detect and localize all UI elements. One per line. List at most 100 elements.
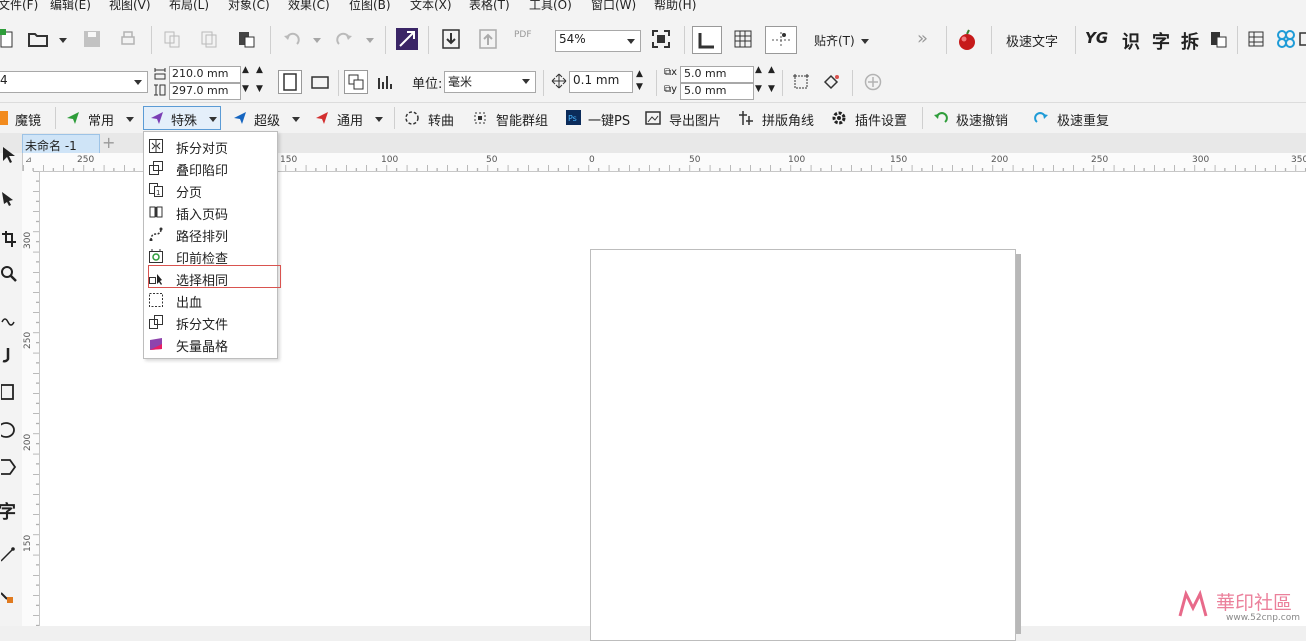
nudge-spinner-up-icon[interactable]: ▲ (636, 69, 643, 79)
general-menu-button[interactable]: 通用 (337, 110, 363, 129)
magic-mirror-button[interactable]: 魔镜 (15, 110, 41, 129)
snap-to-button[interactable]: 贴齐(T) (814, 32, 855, 49)
clipboard-icon[interactable] (1207, 28, 1229, 50)
apple-plugin-icon[interactable] (955, 28, 979, 52)
duplicate-y-spinner-icon[interactable]: ▼ (768, 84, 775, 94)
menu-effects[interactable]: 效果(C) (288, 0, 330, 13)
overflow-chevron-icon[interactable]: » (917, 28, 928, 49)
redo-dropdown-icon[interactable] (366, 38, 374, 43)
vertical-ruler[interactable]: 300 250 200 150 (22, 171, 40, 626)
new-document-icon[interactable] (0, 28, 14, 50)
menu-tools[interactable]: 工具(O) (529, 0, 572, 13)
fill-bucket-tool-icon[interactable] (0, 585, 18, 607)
menu-item-paginate[interactable]: 1 分页 (144, 179, 275, 201)
rectangle-tool-icon[interactable] (0, 381, 18, 403)
menu-item-insert-page-number[interactable]: 插入页码 (144, 201, 275, 223)
fast-redo-button[interactable]: 极速重复 (1057, 110, 1109, 129)
super-dropdown-icon[interactable] (292, 117, 300, 122)
menu-file[interactable]: 文件(F) (0, 0, 38, 13)
landscape-orientation-icon[interactable] (308, 70, 332, 94)
menu-item-vector-crystal[interactable]: 矢量晶格 (144, 333, 275, 355)
pdf-export-label[interactable]: PDF (514, 30, 532, 40)
menu-bitmap[interactable]: 位图(B) (349, 0, 391, 13)
open-dropdown-icon[interactable] (59, 38, 67, 43)
guidelines-icon[interactable] (765, 26, 797, 54)
imposition-marks-button[interactable]: 拼版角线 (762, 110, 814, 129)
menu-item-split-file[interactable]: 拆分文件 (144, 311, 275, 333)
duplicate-x-spinner-icon[interactable]: ▲ (755, 65, 762, 75)
current-page-icon[interactable] (374, 70, 398, 94)
artistic-media-tool-icon[interactable] (0, 345, 18, 367)
pattern-icon[interactable] (1275, 28, 1297, 50)
menu-item-bleed[interactable]: 出血 (144, 289, 275, 311)
split-text-button[interactable]: 拆 (1181, 28, 1199, 54)
add-circle-icon[interactable] (862, 71, 884, 93)
ellipse-tool-icon[interactable] (0, 419, 18, 441)
common-dropdown-icon[interactable] (126, 117, 134, 122)
fast-undo-button[interactable]: 极速撤销 (956, 110, 1008, 129)
general-dropdown-icon[interactable] (375, 117, 383, 122)
pick-tool-icon[interactable] (0, 144, 18, 166)
duplicate-x-spinner-up-icon[interactable]: ▲ (768, 65, 775, 75)
page-height-spinner-icon[interactable]: ▼ (256, 84, 263, 94)
save-icon[interactable] (81, 28, 103, 50)
more-plugin-icon[interactable] (1298, 28, 1306, 50)
export-image-button[interactable]: 导出图片 (669, 110, 721, 129)
snap-dropdown-icon[interactable] (861, 39, 869, 44)
open-folder-icon[interactable] (27, 28, 49, 50)
smart-group-button[interactable]: 智能群组 (496, 110, 548, 129)
menu-table[interactable]: 表格(T) (469, 0, 510, 13)
bleed-frame-icon[interactable] (790, 71, 812, 93)
menu-help[interactable]: 帮助(H) (654, 0, 696, 13)
fast-text-button[interactable]: 极速文字 (1006, 31, 1058, 50)
freehand-tool-icon[interactable] (0, 308, 18, 330)
menu-item-preflight[interactable]: 印前检查 (144, 245, 275, 267)
page-size-preset-select[interactable] (0, 71, 148, 93)
zoom-dropdown-icon[interactable] (627, 39, 635, 44)
menu-layout[interactable]: 布局(L) (169, 0, 209, 13)
add-tab-icon[interactable]: + (102, 133, 115, 152)
duplicate-y-spinner-down-icon[interactable]: ▼ (755, 84, 762, 94)
special-dropdown-icon[interactable] (209, 117, 217, 122)
ruler-toggle-icon[interactable] (692, 26, 722, 54)
page-size-dropdown-icon[interactable] (134, 80, 142, 85)
menu-edit[interactable]: 编辑(E) (50, 0, 91, 13)
menu-item-path-arrange[interactable]: 路径排列 (144, 223, 275, 245)
undo-icon[interactable] (281, 28, 303, 50)
copy-icon[interactable] (198, 28, 220, 50)
menu-item-split-spread[interactable]: 拆分对页 (144, 135, 275, 157)
text-button[interactable]: 字 (1152, 28, 1170, 54)
super-menu-button[interactable]: 超级 (254, 110, 280, 129)
menu-object[interactable]: 对象(C) (228, 0, 270, 13)
all-pages-icon[interactable] (344, 70, 368, 94)
paste-icon[interactable] (235, 28, 257, 50)
text-tool-button[interactable]: 字 (0, 498, 16, 524)
polygon-tool-icon[interactable] (0, 456, 18, 478)
cut-icon[interactable] (161, 28, 183, 50)
print-icon[interactable] (117, 28, 139, 50)
unit-dropdown-icon[interactable] (522, 79, 530, 84)
grid-icon[interactable] (732, 28, 754, 50)
import-icon[interactable] (440, 28, 462, 50)
redo-icon[interactable] (333, 28, 355, 50)
page-height-spinner-down-icon[interactable]: ▼ (242, 84, 249, 94)
export-icon[interactable] (477, 28, 499, 50)
document-page[interactable] (590, 249, 1016, 641)
menu-item-overprint-trap[interactable]: 叠印陷印 (144, 157, 275, 179)
plugin-settings-button[interactable]: 插件设置 (855, 110, 907, 129)
shape-tool-icon[interactable] (0, 186, 20, 208)
import-effect-icon[interactable] (396, 28, 418, 50)
menu-view[interactable]: 视图(V) (109, 0, 151, 13)
table-icon[interactable] (1245, 28, 1267, 50)
common-menu-button[interactable]: 常用 (88, 110, 114, 129)
full-screen-icon[interactable] (650, 28, 672, 50)
document-tab[interactable]: 未命名 -1 (22, 134, 100, 153)
portrait-orientation-icon[interactable] (278, 70, 302, 94)
convert-curve-button[interactable]: 转曲 (428, 110, 454, 129)
line-tool-icon[interactable] (0, 543, 18, 565)
yg-plugin-button[interactable]: YG (1085, 29, 1108, 47)
nudge-spinner-down-icon[interactable]: ▼ (636, 82, 643, 92)
recognize-text-button[interactable]: 识 (1122, 28, 1140, 54)
undo-dropdown-icon[interactable] (313, 38, 321, 43)
crop-tool-icon[interactable] (0, 228, 18, 250)
